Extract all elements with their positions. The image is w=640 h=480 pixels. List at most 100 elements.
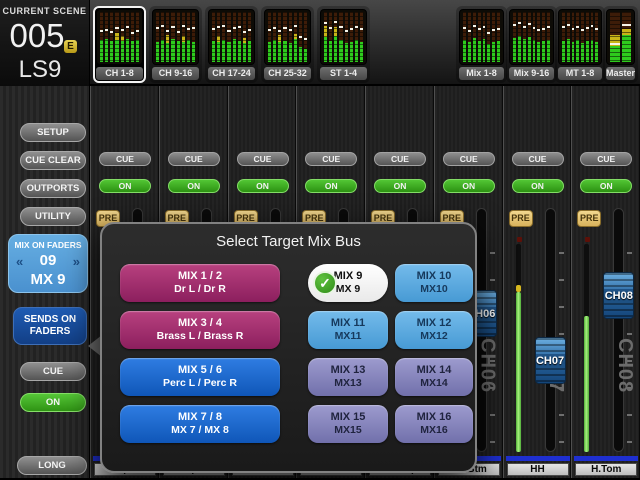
mix-bus-button-mix78[interactable]: MIX 7 / 8MX 7 / MX 8	[120, 405, 280, 443]
mix-bus-button-mix12[interactable]: MIX 12MX12	[395, 311, 473, 349]
on-button[interactable]: ON	[168, 179, 220, 193]
bus-number-label: MIX 15	[331, 411, 366, 424]
meter-block-mix9-16[interactable]: Mix 9-16	[506, 6, 557, 83]
meter-bar	[131, 12, 134, 62]
on-button[interactable]: ON	[237, 179, 289, 193]
meter-bar	[622, 12, 632, 62]
meter-green-fill	[171, 39, 174, 62]
meter-peak-mark	[622, 24, 632, 26]
mix-bus-button-mix15[interactable]: MIX 15MX15	[308, 405, 388, 443]
meter-bar	[187, 12, 190, 62]
meter-box	[264, 9, 311, 65]
cue-button[interactable]: CUE	[99, 152, 151, 166]
mix-bus-button-mix12[interactable]: MIX 1 / 2Dr L / Dr R	[120, 264, 280, 302]
bus-name-label: Dr L / Dr R	[174, 283, 226, 296]
meter-peak-mark	[182, 25, 185, 27]
mix-bus-button-mix13[interactable]: MIX 13MX13	[308, 358, 388, 396]
meter-green-fill	[518, 36, 521, 62]
meter-block-ch1-8[interactable]: CH 1-8	[93, 6, 146, 83]
sidebar-button-utility[interactable]: UTILITY	[20, 207, 86, 226]
sidebar: SETUP CUE CLEAR OUTPORTS UTILITY MIX ON FAD…	[0, 86, 90, 480]
meter-peak-mark	[513, 24, 516, 26]
cue-button[interactable]: CUE	[580, 152, 632, 166]
mix-next-arrow[interactable]: »	[73, 254, 80, 269]
fader-knob[interactable]: CH07	[535, 337, 566, 384]
meter-bar	[537, 12, 540, 62]
meter-bar	[586, 12, 589, 62]
meter-green-fill	[576, 40, 579, 62]
sidebar-button-cue-clear[interactable]: CUE CLEAR	[20, 151, 86, 170]
mix-bus-button-mix34[interactable]: MIX 3 / 4Brass L / Brass R	[120, 311, 280, 349]
meter-block-st1-4[interactable]: ST 1-4	[317, 6, 370, 83]
cue-button[interactable]: CUE	[512, 152, 564, 166]
meter-peak-mark	[576, 26, 579, 28]
fader-knob[interactable]: CH08	[603, 272, 634, 319]
meter-peak-mark	[273, 27, 276, 29]
meter-block-ch9-16[interactable]: CH 9-16	[149, 6, 202, 83]
on-button[interactable]: ON	[580, 179, 632, 193]
cue-button[interactable]: CUE	[374, 152, 426, 166]
meter-green-fill	[268, 42, 271, 63]
long-faders-button[interactable]: LONG FADERS	[17, 456, 87, 475]
meter-yellow-fill	[121, 36, 124, 41]
meter-block-ch17-24[interactable]: CH 17-24	[205, 6, 258, 83]
channel-color-bar	[574, 456, 638, 461]
cue-button[interactable]: CUE	[443, 152, 495, 166]
meter-green-fill	[110, 41, 113, 62]
meter-block-ch25-32[interactable]: CH 25-32	[261, 6, 314, 83]
bus-number-label: MIX 16	[417, 411, 452, 424]
on-button[interactable]: ON	[99, 179, 151, 193]
master-cue-button[interactable]: CUE	[20, 362, 86, 381]
sidebar-button-setup[interactable]: SETUP	[20, 123, 86, 142]
sidebar-button-outports[interactable]: OUTPORTS	[20, 179, 86, 198]
channel-color-bar	[506, 456, 570, 461]
meter-peak-mark	[562, 26, 565, 28]
meter-peak-mark	[222, 25, 225, 27]
meter-peak-mark	[299, 36, 302, 38]
meter-green-fill	[238, 41, 241, 62]
mix-bus-button-mix10[interactable]: MIX 10MX10	[395, 264, 473, 302]
meter-peak-mark	[131, 32, 134, 34]
on-button[interactable]: ON	[305, 179, 357, 193]
on-button[interactable]: ON	[443, 179, 495, 193]
meter-block-mt1-8[interactable]: MT 1-8	[555, 6, 605, 83]
meter-yellow-fill	[115, 33, 118, 40]
mix-bus-button-mix9[interactable]: ✓MIX 9MX 9	[308, 264, 388, 302]
meter-bar	[350, 12, 353, 62]
on-button[interactable]: ON	[374, 179, 426, 193]
mix-bus-button-mix16[interactable]: MIX 16MX16	[395, 405, 473, 443]
meter-peak-mark	[567, 24, 570, 26]
fader-scale-tick	[490, 252, 495, 254]
meter-yellow-fill	[622, 29, 632, 35]
fader-scale-tick	[490, 279, 495, 281]
bus-number-label: MIX 9	[334, 270, 363, 283]
meter-peak-mark	[268, 29, 271, 31]
mix-bus-button-mix11[interactable]: MIX 11MX11	[308, 311, 388, 349]
meter-block-mix1-8[interactable]: Mix 1-8	[456, 6, 507, 83]
pre-badge[interactable]: PRE	[577, 210, 601, 227]
master-on-button[interactable]: ON	[20, 393, 86, 412]
meter-clip-indicator	[585, 237, 590, 242]
mix-bus-button-mix56[interactable]: MIX 5 / 6Perc L / Perc R	[120, 358, 280, 396]
on-button[interactable]: ON	[512, 179, 564, 193]
cue-button[interactable]: CUE	[168, 152, 220, 166]
meter-peak-mark	[238, 26, 241, 28]
channel-strip-ch07: CUEONPRECH07HHCH07	[503, 86, 572, 478]
meter-green-fill	[595, 42, 598, 62]
meter-peak-mark	[227, 30, 230, 32]
meter-bar	[222, 12, 225, 62]
mix-on-faders-panel[interactable]: MIX ON FADERS « 09 » MX 9	[8, 234, 88, 293]
selected-check-icon: ✓	[313, 271, 337, 295]
channel-name-label: HH	[507, 463, 569, 476]
meter-green-fill	[586, 41, 589, 62]
sends-on-faders-button[interactable]: SENDS ON FADERS	[13, 307, 87, 345]
meter-block-master[interactable]: Master	[603, 6, 638, 83]
pre-badge[interactable]: PRE	[509, 210, 533, 227]
meter-peak-mark	[463, 27, 466, 29]
cue-button[interactable]: CUE	[237, 152, 289, 166]
cue-button[interactable]: CUE	[305, 152, 357, 166]
meter-green-fill	[478, 41, 481, 62]
scene-panel[interactable]: CURRENT SCENE 005 E LS9	[0, 0, 90, 86]
mix-bus-button-mix14[interactable]: MIX 14MX14	[395, 358, 473, 396]
meter-green-fill	[334, 36, 337, 62]
